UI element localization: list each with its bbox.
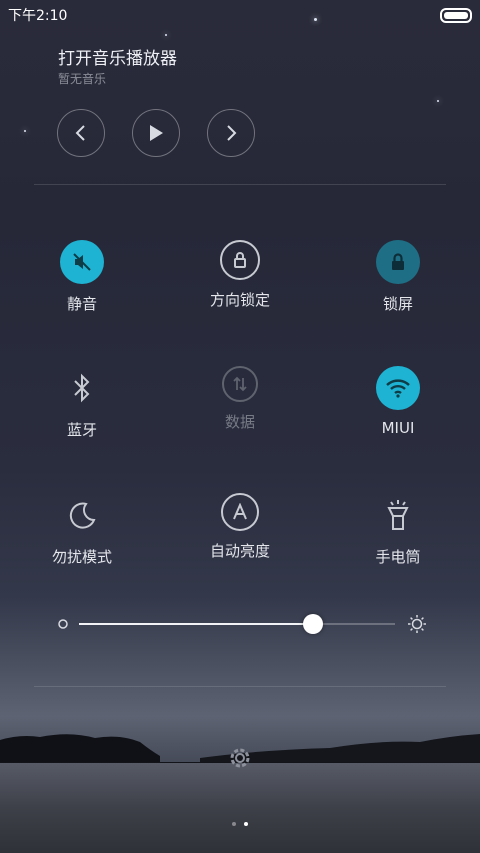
moon-icon (60, 493, 104, 537)
previous-track-button[interactable] (57, 109, 105, 157)
divider (34, 184, 446, 185)
star (437, 100, 439, 102)
star (24, 130, 26, 132)
page-indicator (0, 811, 480, 830)
toggle-label: 勿扰模式 (51, 548, 112, 566)
toggle-rotation-lock[interactable]: 方向锁定 (180, 240, 300, 310)
toggle-label: MIUI (381, 419, 415, 437)
toggle-label: 方向锁定 (209, 291, 270, 309)
toggle-label: 锁屏 (382, 295, 413, 313)
page-dot-active[interactable] (244, 822, 248, 826)
status-bar: 下午2:10 (0, 0, 480, 28)
toggle-lock-screen[interactable]: 锁屏 (338, 240, 458, 314)
chevron-right-icon (227, 125, 237, 141)
toggle-label: 数据 (224, 413, 255, 431)
toggle-label: 手电筒 (375, 548, 421, 566)
flashlight-icon (376, 493, 420, 537)
brightness-track[interactable] (79, 623, 395, 625)
toggle-bluetooth[interactable]: 蓝牙 (22, 366, 142, 440)
brightness-high-icon (408, 615, 426, 633)
toggle-label: 自动亮度 (209, 542, 270, 560)
battery-icon (440, 8, 472, 23)
toggle-label: 蓝牙 (66, 421, 97, 439)
toggle-label: 静音 (66, 295, 97, 313)
toggle-mobile-data[interactable]: 数据 (180, 366, 300, 432)
chevron-left-icon (75, 125, 85, 141)
status-time: 下午2:10 (8, 8, 68, 24)
mobile-data-icon (222, 366, 258, 402)
divider (34, 686, 446, 687)
star (165, 34, 167, 36)
bluetooth-icon (60, 366, 104, 410)
notification-shade: 下午2:10 打开音乐播放器 暂无音乐 静音 方向锁定 锁屏 蓝牙 数据 MIU… (0, 0, 480, 853)
music-player-subtitle: 暂无音乐 (58, 72, 107, 86)
brightness-thumb[interactable] (302, 614, 323, 634)
brightness-low-icon (58, 619, 68, 629)
mute-icon (60, 240, 104, 284)
toggle-auto-brightness[interactable]: 自动亮度 (180, 493, 300, 561)
page-dot[interactable] (232, 822, 236, 826)
next-track-button[interactable] (207, 109, 255, 157)
lake-reflection (0, 763, 480, 853)
play-button[interactable] (132, 109, 180, 157)
toggle-wifi[interactable]: MIUI (338, 366, 458, 437)
toggle-mute[interactable]: 静音 (22, 240, 142, 314)
play-icon (150, 125, 163, 141)
toggle-do-not-disturb[interactable]: 勿扰模式 (22, 493, 142, 567)
toggle-flashlight[interactable]: 手电筒 (338, 493, 458, 567)
auto-brightness-icon (221, 493, 259, 531)
brightness-slider[interactable] (57, 610, 427, 638)
lock-icon (376, 240, 420, 284)
rotation-lock-icon (220, 240, 260, 280)
settings-gear-icon[interactable] (226, 744, 254, 772)
wifi-icon (376, 366, 420, 410)
music-player-title[interactable]: 打开音乐播放器 (58, 44, 177, 69)
brightness-fill (79, 623, 313, 625)
